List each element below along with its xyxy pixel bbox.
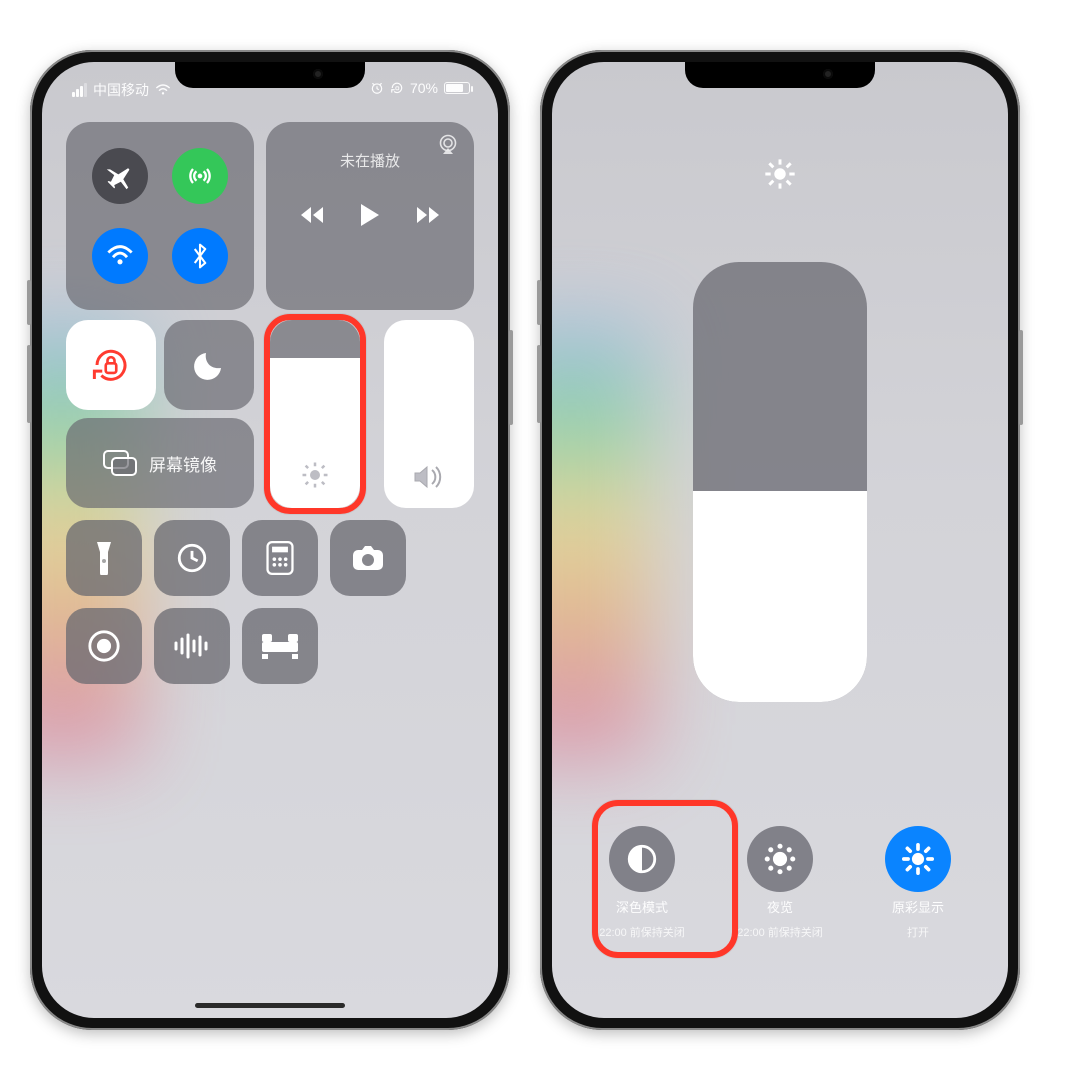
- flashlight-button[interactable]: [66, 520, 142, 596]
- screen-record-button[interactable]: [66, 608, 142, 684]
- carrier-label: 中国移动: [93, 80, 149, 100]
- sound-recognition-button[interactable]: [154, 608, 230, 684]
- cellular-data-button[interactable]: [172, 148, 228, 204]
- prev-track-button[interactable]: [299, 206, 325, 224]
- brightness-slider[interactable]: [270, 320, 360, 508]
- media-panel[interactable]: 未在播放: [266, 122, 474, 310]
- screen-mirror-icon: [103, 450, 137, 476]
- connectivity-panel[interactable]: [66, 122, 254, 310]
- volume-slider[interactable]: [384, 320, 474, 508]
- phone-frame-left: 中国移动 70%: [30, 50, 510, 1030]
- orientation-lock-status-icon: [390, 81, 404, 95]
- night-shift-title: 夜览: [767, 900, 793, 916]
- calculator-button[interactable]: [242, 520, 318, 596]
- true-tone-subtitle: 打开: [907, 924, 929, 940]
- do-not-disturb-button[interactable]: [164, 320, 254, 410]
- dark-mode-subtitle: 22:00 前保持关闭: [599, 924, 685, 940]
- signal-bars-icon: [72, 83, 87, 97]
- screen-brightness-expanded: 深色模式 22:00 前保持关闭 夜览 22:00 前保持关闭 原彩显示 打开: [552, 62, 1008, 1018]
- sleep-mode-button[interactable]: [242, 608, 318, 684]
- brightness-icon: [552, 158, 1008, 190]
- night-shift-option[interactable]: 夜览 22:00 前保持关闭: [720, 826, 840, 940]
- home-indicator[interactable]: [195, 1003, 345, 1008]
- alarm-icon: [370, 81, 384, 95]
- volume-icon: [384, 464, 474, 490]
- screen-mirror-label: 屏幕镜像: [149, 451, 217, 476]
- battery-icon: [444, 82, 470, 94]
- true-tone-option[interactable]: 原彩显示 打开: [858, 826, 978, 940]
- brightness-icon: [270, 460, 360, 490]
- true-tone-icon: [901, 842, 935, 876]
- battery-percent: 70%: [410, 80, 438, 96]
- brightness-slider-large[interactable]: [693, 262, 867, 702]
- wifi-icon: [155, 84, 171, 96]
- next-track-button[interactable]: [415, 206, 441, 224]
- play-button[interactable]: [359, 203, 381, 227]
- dark-mode-icon: [625, 842, 659, 876]
- timer-button[interactable]: [154, 520, 230, 596]
- dark-mode-title: 深色模式: [616, 900, 668, 916]
- orientation-lock-button[interactable]: [66, 320, 156, 410]
- notch: [685, 62, 875, 88]
- phone-frame-right: 深色模式 22:00 前保持关闭 夜览 22:00 前保持关闭 原彩显示 打开: [540, 50, 1020, 1030]
- night-shift-subtitle: 22:00 前保持关闭: [737, 924, 823, 940]
- camera-button[interactable]: [330, 520, 406, 596]
- media-title: 未在播放: [282, 150, 458, 171]
- night-shift-icon: [763, 842, 797, 876]
- dark-mode-option[interactable]: 深色模式 22:00 前保持关闭: [582, 826, 702, 940]
- screen-control-center: 中国移动 70%: [42, 62, 498, 1018]
- status-bar: 中国移动 70%: [42, 80, 498, 104]
- bluetooth-button[interactable]: [172, 228, 228, 284]
- true-tone-title: 原彩显示: [892, 900, 944, 916]
- airplane-mode-button[interactable]: [92, 148, 148, 204]
- wifi-button[interactable]: [92, 228, 148, 284]
- screen-mirror-button[interactable]: 屏幕镜像: [66, 418, 254, 508]
